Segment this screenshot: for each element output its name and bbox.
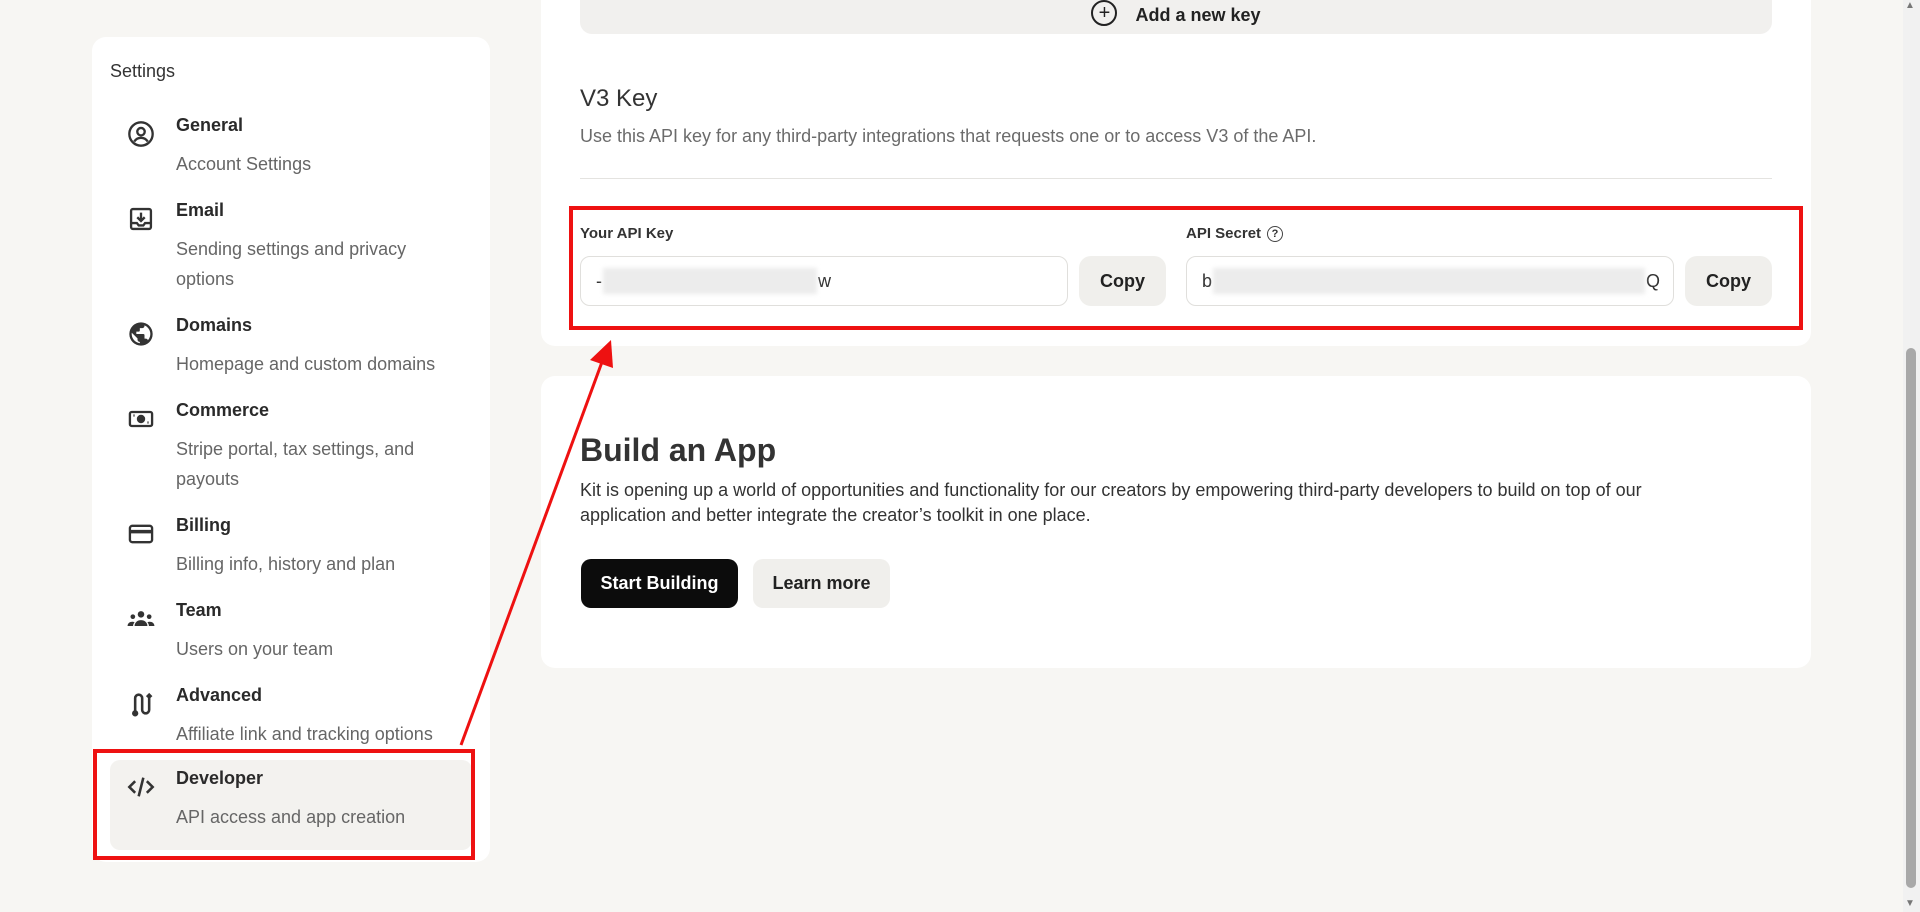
api-key-highlight-box	[569, 206, 1803, 330]
start-building-button[interactable]: Start Building	[581, 559, 738, 608]
sidebar-item-label: General	[176, 115, 244, 135]
money-icon	[126, 404, 156, 434]
scroll-up-icon[interactable]: ▲	[1905, 0, 1915, 11]
sidebar-item-billing[interactable]: Billing Billing info, history and plan	[110, 507, 472, 587]
settings-sidebar: Settings General Account Settings Email …	[92, 37, 490, 862]
sidebar-item-label: Team	[176, 600, 222, 620]
v3-key-title: V3 Key	[580, 85, 658, 112]
sidebar-item-email[interactable]: Email Sending settings and privacy optio…	[110, 192, 472, 302]
divider	[580, 178, 1772, 179]
account-circle-icon	[126, 119, 156, 149]
sidebar-item-label: Advanced	[176, 685, 263, 705]
sidebar-item-advanced[interactable]: Advanced Affiliate link and tracking opt…	[110, 677, 472, 757]
build-app-title: Build an App	[580, 432, 777, 468]
sidebar-item-label: Commerce	[176, 400, 270, 420]
sidebar-item-general[interactable]: General Account Settings	[110, 107, 472, 187]
sidebar-item-desc: Billing info, history and plan	[176, 554, 396, 574]
scrollbar-thumb[interactable]	[1906, 348, 1916, 888]
sidebar-item-label: Email	[176, 200, 225, 220]
build-app-description: Kit is opening up a world of opportuniti…	[580, 480, 1642, 525]
sidebar-item-label: Domains	[176, 315, 253, 335]
scroll-down-icon[interactable]: ▼	[1905, 898, 1915, 909]
sidebar-item-desc: Stripe portal, tax settings, and payouts	[176, 439, 415, 489]
inbox-download-icon	[126, 204, 156, 234]
sidebar-item-desc: Homepage and custom domains	[176, 354, 436, 374]
team-icon	[126, 604, 156, 634]
sidebar-item-label: Billing	[176, 515, 231, 535]
add-new-key-label: Add a new key	[1135, 5, 1261, 25]
sidebar-item-team[interactable]: Team Users on your team	[110, 592, 472, 672]
sidebar-item-desc: Account Settings	[176, 154, 312, 174]
credit-card-icon	[126, 519, 156, 549]
sidebar-item-desc: Sending settings and privacy options	[176, 239, 407, 289]
sidebar-item-desc: Affiliate link and tracking options	[176, 724, 433, 744]
sidebar-item-domains[interactable]: Domains Homepage and custom domains	[110, 307, 472, 387]
sidebar-title: Settings	[110, 61, 176, 81]
plus-circle-icon: +	[1091, 0, 1118, 26]
sidebar-item-commerce[interactable]: Commerce Stripe portal, tax settings, an…	[110, 392, 472, 502]
developer-highlight-box	[93, 749, 475, 860]
add-new-key-button[interactable]: + Add a new key	[580, 0, 1772, 34]
globe-icon	[126, 319, 156, 349]
sidebar-item-desc: Users on your team	[176, 639, 334, 659]
v3-key-description: Use this API key for any third-party int…	[580, 126, 1317, 146]
learn-more-button[interactable]: Learn more	[753, 559, 890, 608]
route-icon	[126, 689, 156, 719]
